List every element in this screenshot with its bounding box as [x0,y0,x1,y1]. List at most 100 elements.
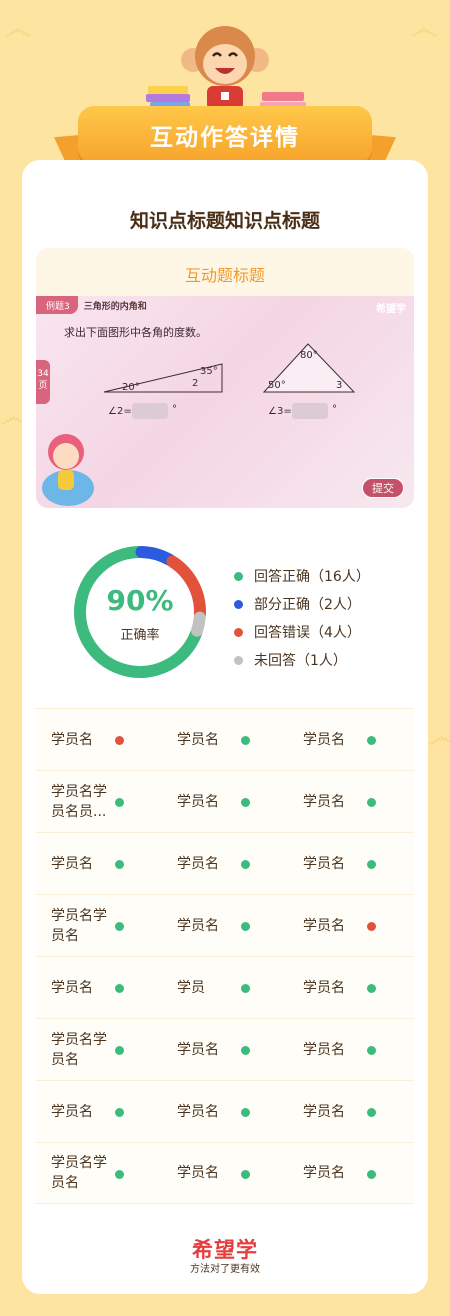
angle-c-label: 2 [192,378,199,389]
status-dot [367,1046,376,1055]
degree-mark: ° [172,404,177,415]
legend-item-wrong: 回答错误（4人） [234,618,370,646]
status-dot [241,1170,250,1179]
student-name: 学员名 [303,917,345,934]
brand-slogan: 方法对了更有效 [190,1264,260,1275]
student-cell[interactable]: 学员名 [288,895,414,956]
answer2-input[interactable] [292,403,328,419]
student-cell[interactable]: 学员 [162,957,288,1018]
status-dot [241,984,250,993]
status-dot [241,798,250,807]
degree-mark: ° [332,404,337,415]
answer1-input[interactable] [132,403,168,419]
student-name: 学员名学员名 [51,1031,107,1068]
student-cell[interactable]: 学员名 [162,1081,288,1142]
student-cell[interactable]: 学员名学员名员... [36,771,162,832]
student-cell[interactable]: 学员名 [288,1081,414,1142]
status-dot [367,922,376,931]
page-marker: 34页 [36,360,50,404]
student-cell[interactable]: 学员名 [162,1143,288,1203]
student-name: 学员名学员名 [51,1155,107,1191]
student-cell[interactable]: 学员名 [36,957,162,1018]
student-row: 学员名 学员名 学员名 [36,1080,414,1142]
student-cell[interactable]: 学员名 [162,833,288,894]
status-dot [115,1170,124,1179]
student-row: 学员名学员名员... 学员名 学员名 [36,770,414,832]
student-grid: 学员名 学员名 学员名 学员名学员名员... 学员名 学员名 学员名 学员名 学员名 学员名学员名… [36,708,414,1204]
donut-segment [135,546,176,566]
girl-character-icon [42,434,94,506]
status-dot [115,922,124,931]
status-dot [367,736,376,745]
student-cell[interactable]: 学员名 [162,709,288,770]
student-name: 学员名 [303,1103,345,1120]
legend-item-partial: 部分正确（2人） [234,590,370,618]
status-dot [241,1108,250,1117]
student-name: 学员名 [177,1041,219,1058]
student-name: 学员名 [177,917,219,934]
student-name: 学员名学员名员... [51,783,107,820]
title-ribbon: 互动作答详情 [78,106,372,164]
legend-label: 回答错误（4人） [254,625,361,641]
student-name: 学员名 [51,1103,93,1120]
status-dot [367,1108,376,1117]
legend-label: 未回答（1人） [254,653,347,669]
status-dot [115,736,124,745]
student-cell[interactable]: 学员名 [36,833,162,894]
angle-a-label: 20° [122,382,140,393]
question-image[interactable]: 例题3 三角形的内角和 希望学 求出下面图形中各角的度数。 34页 20° 35… [36,296,414,508]
student-cell[interactable]: 学员名 [288,1143,414,1203]
legend-dot [234,627,243,637]
student-name: 学员名 [177,793,219,810]
student-name: 学员名 [177,1165,219,1181]
student-name: 学员名 [177,731,219,748]
student-cell[interactable]: 学员名 [162,895,288,956]
angle-right-label: 3 [336,380,343,391]
status-dot [241,860,250,869]
status-dot [241,736,250,745]
student-cell[interactable]: 学员名 [288,957,414,1018]
student-row: 学员名 学员名 学员名 [36,708,414,770]
student-name: 学员名学员名 [51,907,107,944]
student-cell[interactable]: 学员名 [288,709,414,770]
detail-card: 知识点标题知识点标题 互动题标题 例题3 三角形的内角和 希望学 求出下面图形中… [22,160,428,1294]
accuracy-value: 90% [106,584,174,617]
answer2-label: ∠3= [268,406,292,417]
status-dot [241,922,250,931]
legend: 回答正确（16人） 部分正确（2人） 回答错误（4人） 未回答（1人） [234,562,370,674]
student-name: 学员名 [303,731,345,748]
student-cell[interactable]: 学员名 [162,771,288,832]
status-dot [115,798,124,807]
submit-button[interactable]: 提交 [362,478,404,498]
status-dot [115,984,124,993]
accuracy-label: 正确率 [120,628,160,643]
page-title: 互动作答详情 [150,125,300,151]
student-cell[interactable]: 学员名 [288,771,414,832]
brand-watermark: 希望学 [376,304,406,315]
student-cell[interactable]: 学员名学员名 [36,1019,162,1080]
student-cell[interactable]: 学员名 [162,1019,288,1080]
student-cell[interactable]: 学员名 [36,709,162,770]
legend-dot [234,571,243,581]
answer1-label: ∠2= [108,406,132,417]
legend-item-unanswered: 未回答（1人） [234,646,370,674]
question-title: 互动题标题 [184,266,265,285]
student-cell[interactable]: 学员名学员名 [36,895,162,956]
question-topic: 三角形的内角和 [83,302,147,312]
student-row: 学员名学员名 学员名 学员名 [36,894,414,956]
status-dot [241,1046,250,1055]
status-dot [367,860,376,869]
student-cell[interactable]: 学员名学员名 [36,1143,162,1203]
legend-label: 回答正确（16人） [254,569,370,585]
student-cell[interactable]: 学员名 [36,1081,162,1142]
status-dot [367,798,376,807]
student-cell[interactable]: 学员名 [288,1019,414,1080]
student-row: 学员名 学员 学员名 [36,956,414,1018]
student-cell[interactable]: 学员名 [288,833,414,894]
status-dot [367,1170,376,1179]
question-number: 例题3 [36,296,78,314]
legend-label: 部分正确（2人） [254,597,361,613]
student-name: 学员名 [303,979,345,996]
student-row: 学员名 学员名 学员名 [36,832,414,894]
question-prompt: 求出下面图形中各角的度数。 [64,326,207,339]
